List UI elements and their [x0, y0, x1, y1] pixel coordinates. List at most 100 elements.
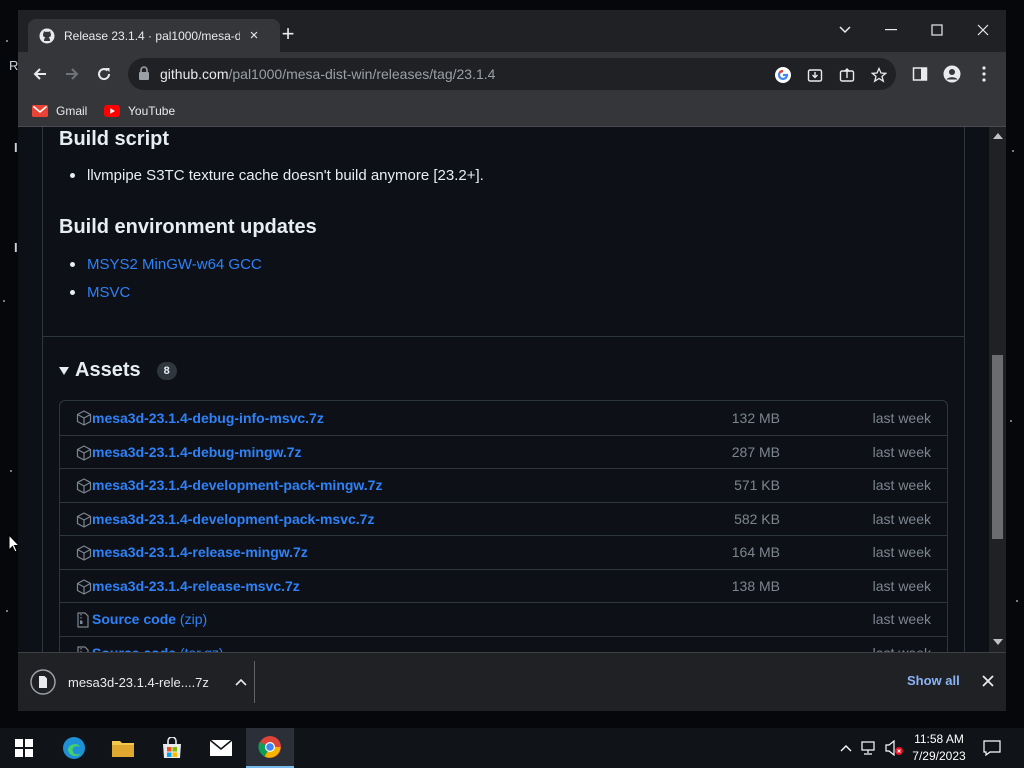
address-bar[interactable]: github.com/pal1000/mesa-dist-win/release…	[128, 58, 896, 90]
notification-icon[interactable]	[982, 738, 1002, 758]
asset-link[interactable]: mesa3d-23.1.4-development-pack-msvc.7z	[92, 511, 374, 527]
asset-link[interactable]: mesa3d-23.1.4-development-pack-mingw.7z	[92, 477, 382, 493]
asset-size: 287 MB	[731, 443, 780, 460]
show-all-button[interactable]: Show all	[907, 673, 960, 688]
file-explorer-taskbar-button[interactable]	[99, 728, 147, 768]
chrome-taskbar-button[interactable]	[246, 728, 294, 768]
new-tab-button[interactable]: +	[276, 23, 300, 47]
list-item: llvmpipe S3TC texture cache doesn't buil…	[70, 167, 484, 184]
store-taskbar-button[interactable]	[148, 728, 196, 768]
bookmark-label: YouTube	[128, 104, 176, 118]
reload-button[interactable]	[92, 62, 116, 86]
close-window-button[interactable]	[965, 18, 1001, 42]
assets-toggle[interactable]: Assets 8	[59, 359, 177, 382]
caret-down-icon	[59, 366, 69, 375]
list-item-link-msvc[interactable]: MSVC	[70, 284, 130, 301]
assets-list: mesa3d-23.1.4-debug-info-msvc.7z 132 MB la…	[59, 400, 948, 652]
windows-icon	[15, 739, 33, 757]
table-row: Source code (tar.gz) last week	[60, 635, 947, 652]
tab-release[interactable]: Release 23.1.4 · pal1000/mesa-dist-win ×	[28, 19, 280, 52]
asset-size: 164 MB	[731, 544, 780, 561]
build-script-heading: Build script	[59, 128, 170, 150]
edge-taskbar-button[interactable]	[50, 728, 98, 768]
tray-overflow-icon[interactable]	[836, 738, 856, 758]
folder-icon	[112, 741, 134, 757]
download-item[interactable]: mesa3d-23.1.4-rele....7z	[30, 665, 254, 699]
download-separator	[254, 661, 255, 703]
list-item-link-msys2[interactable]: MSYS2 MinGW-w64 GCC	[70, 256, 262, 273]
browser-toolbar: github.com/pal1000/mesa-dist-win/release…	[18, 52, 1006, 96]
asset-date: last week	[872, 611, 931, 628]
page-content: Build script llvmpipe S3TC texture cache…	[18, 127, 1006, 652]
tab-close-icon[interactable]: ×	[246, 27, 262, 44]
download-shelf: mesa3d-23.1.4-rele....7z Show all	[18, 652, 1006, 711]
table-row: mesa3d-23.1.4-release-mingw.7z 164 MB last…	[60, 535, 947, 569]
asset-link[interactable]: mesa3d-23.1.4-release-msvc.7z	[92, 578, 300, 594]
clock-date: 7/29/2023	[912, 749, 966, 763]
asset-date: last week	[873, 645, 931, 652]
table-row: mesa3d-23.1.4-development-pack-msvc.7z 58…	[60, 501, 947, 536]
lock-icon	[138, 66, 152, 82]
asset-date: last week	[872, 577, 931, 594]
scrollbar-thumb[interactable]	[992, 355, 1003, 539]
package-icon	[76, 578, 92, 595]
asset-link[interactable]: mesa3d-23.1.4-debug-info-msvc.7z	[92, 410, 324, 426]
mail-taskbar-button[interactable]	[197, 728, 245, 768]
asset-size: 571 KB	[734, 477, 780, 494]
network-icon[interactable]	[860, 738, 880, 758]
asset-date: last week	[872, 510, 931, 527]
asset-link[interactable]: mesa3d-23.1.4-release-mingw.7z	[92, 544, 308, 560]
chrome-icon	[258, 736, 281, 758]
download-filename: mesa3d-23.1.4-rele....7z	[68, 674, 209, 690]
store-icon	[163, 737, 181, 758]
package-icon	[76, 545, 92, 561]
tab-strip: Release 23.1.4 · pal1000/mesa-dist-win ×…	[18, 10, 1006, 52]
close-icon[interactable]	[976, 669, 1000, 693]
tab-title: Release 23.1.4 · pal1000/mesa-dist-win	[64, 28, 240, 43]
install-app-icon[interactable]	[804, 64, 826, 86]
maximize-button[interactable]	[919, 18, 955, 42]
package-icon	[76, 511, 92, 528]
menu-kebab-icon[interactable]	[972, 62, 996, 86]
bookmark-youtube[interactable]: YouTube	[104, 101, 175, 121]
system-clock[interactable]: 11:58 AM 7/29/2023	[905, 731, 973, 765]
google-lens-icon[interactable]	[772, 64, 794, 86]
forward-button[interactable]	[60, 62, 84, 86]
clock-time: 11:58 AM	[914, 732, 964, 746]
side-panel-icon[interactable]	[908, 62, 932, 86]
minimize-button[interactable]	[873, 18, 909, 42]
asset-link[interactable]: Source code (tar.gz)	[92, 645, 224, 652]
table-row: mesa3d-23.1.4-debug-info-msvc.7z 132 MB la…	[60, 401, 947, 435]
bookmarks-bar: Gmail YouTube	[18, 96, 1006, 127]
file-zip-icon	[76, 612, 92, 628]
asset-size: 132 MB	[731, 409, 780, 426]
table-row: mesa3d-23.1.4-development-pack-mingw.7z 5…	[60, 468, 947, 502]
tab-search-icon[interactable]	[827, 18, 863, 42]
chevron-up-icon[interactable]	[235, 678, 247, 686]
package-icon	[76, 444, 92, 461]
build-env-heading: Build environment updates	[59, 216, 317, 238]
volume-muted-icon[interactable]	[884, 738, 904, 758]
package-icon	[76, 410, 92, 426]
bookmark-star-icon[interactable]	[868, 64, 890, 86]
start-button[interactable]	[0, 728, 48, 768]
asset-date: last week	[872, 477, 931, 494]
asset-date: last week	[872, 544, 931, 561]
page-scrollbar[interactable]	[989, 127, 1006, 652]
youtube-icon	[104, 105, 120, 117]
asset-date: last week	[872, 443, 931, 460]
scroll-down-icon[interactable]	[993, 639, 1003, 645]
package-icon	[76, 478, 92, 494]
asset-link[interactable]: Source code (zip)	[92, 611, 207, 627]
section-divider	[42, 336, 965, 337]
asset-link[interactable]: mesa3d-23.1.4-debug-mingw.7z	[92, 444, 302, 460]
file-icon	[30, 669, 56, 695]
asset-date: last week	[872, 409, 931, 426]
share-icon[interactable]	[836, 64, 858, 86]
back-button[interactable]	[28, 62, 52, 86]
table-row: mesa3d-23.1.4-release-msvc.7z 138 MB last …	[60, 568, 947, 603]
scroll-up-icon[interactable]	[993, 133, 1003, 139]
bookmark-gmail[interactable]: Gmail	[32, 101, 87, 121]
browser-window: Release 23.1.4 · pal1000/mesa-dist-win ×…	[18, 10, 1006, 711]
profile-icon[interactable]	[940, 62, 964, 86]
